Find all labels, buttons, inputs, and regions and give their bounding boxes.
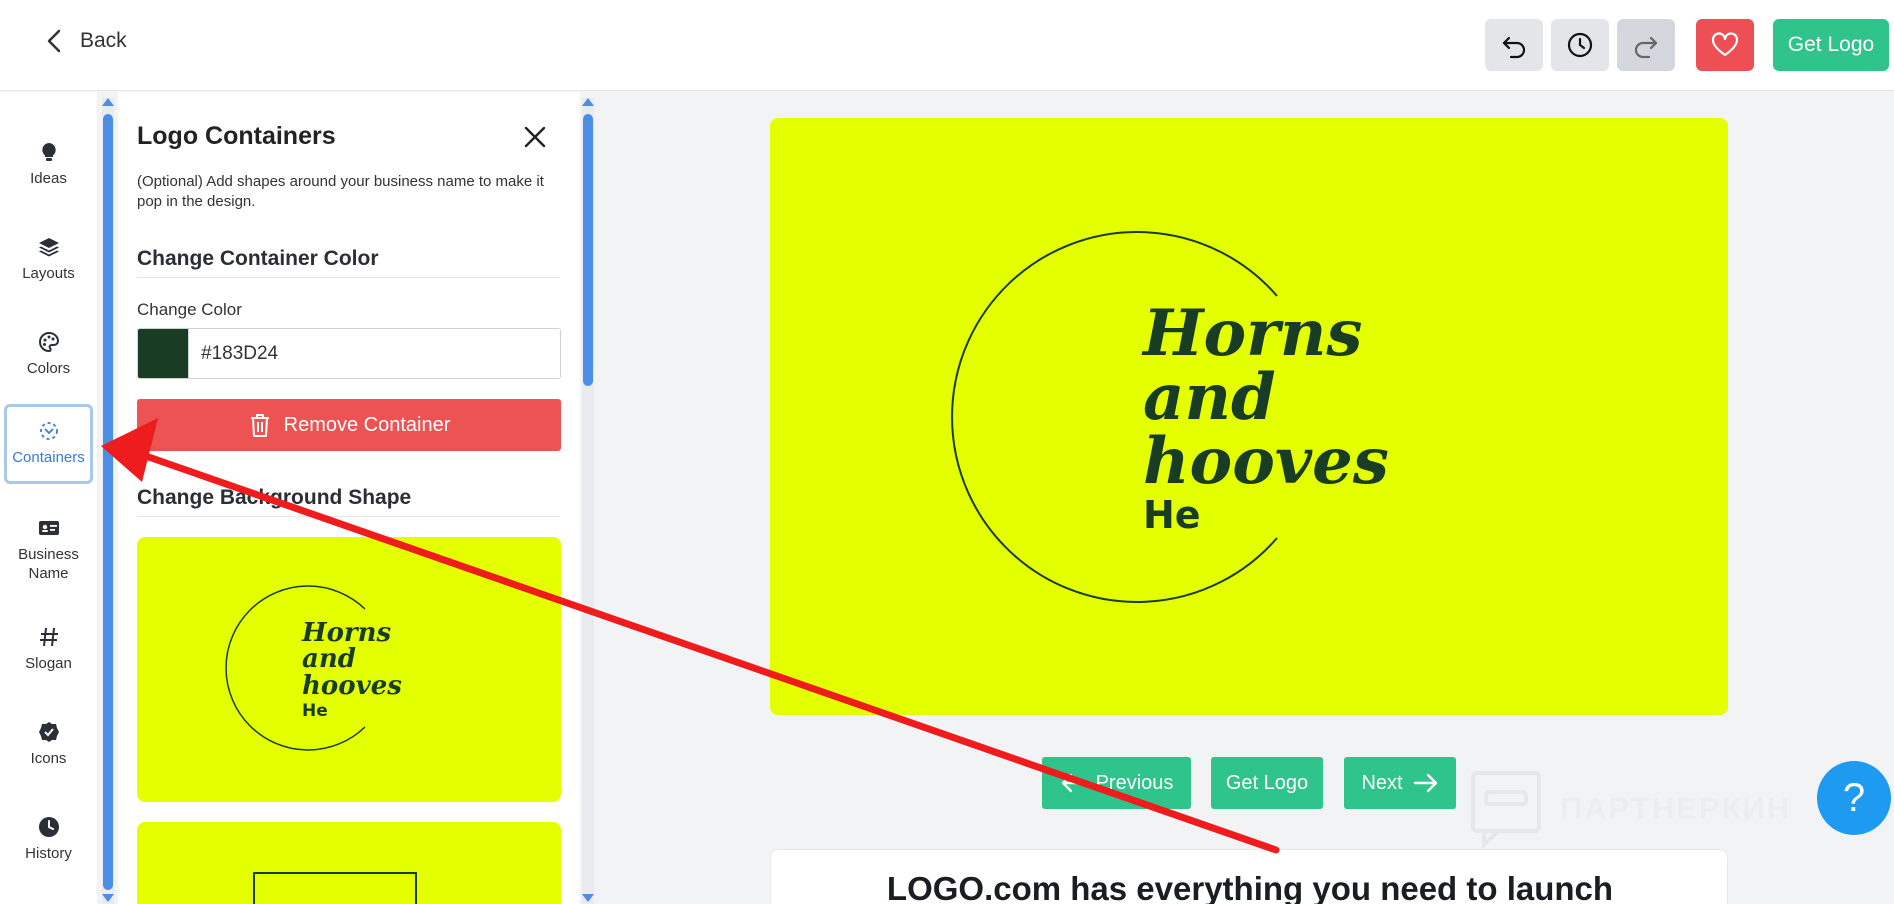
scroll-down-arrow-icon[interactable]: [102, 894, 114, 902]
badge-check-icon: [38, 722, 59, 743]
back-button[interactable]: Back: [44, 28, 127, 54]
previous-label: Previous: [1095, 771, 1174, 794]
redo-icon: [1634, 36, 1658, 59]
clock-icon: [38, 817, 59, 838]
sidebar-item-ideas[interactable]: Ideas: [4, 125, 93, 205]
color-field: [137, 328, 561, 379]
containers-panel: Logo Containers (Optional) Add shapes ar…: [118, 92, 580, 904]
sidebar-item-colors[interactable]: Colors: [4, 315, 93, 395]
sidebar-item-business-name[interactable]: Business Name: [4, 504, 93, 596]
lightbulb-icon: [41, 143, 56, 162]
undo-button[interactable]: [1485, 19, 1543, 71]
sidebar-item-label: Colors: [26, 360, 71, 378]
container-icon: [39, 422, 58, 441]
shape-preview-logo: Horns and hooves He: [225, 585, 402, 751]
sidebar-item-label: Icons: [30, 750, 67, 768]
promo-heading: LOGO.com has everything you need to laun…: [886, 870, 1614, 904]
preview-name-line3: hooves: [302, 671, 402, 701]
arrow-right-icon: [1413, 773, 1437, 793]
back-label: Back: [80, 29, 127, 52]
history-button[interactable]: [1551, 19, 1609, 71]
layers-icon: [38, 238, 59, 257]
sidebar-item-label: Business Name: [18, 545, 79, 583]
heart-icon: [1711, 32, 1739, 57]
panel-title: Logo Containers: [137, 122, 336, 150]
watermark: ПАРТНЕРКИН: [1470, 770, 1791, 848]
favorite-button[interactable]: [1696, 19, 1754, 71]
sidebar-item-icons[interactable]: Icons: [4, 705, 93, 785]
remove-container-label: Remove Container: [283, 413, 451, 436]
panel-description: (Optional) Add shapes around your busine…: [137, 173, 544, 210]
scroll-up-arrow-icon[interactable]: [582, 98, 594, 106]
redo-button[interactable]: [1617, 19, 1675, 71]
shape-option-square[interactable]: [137, 822, 561, 904]
color-swatch[interactable]: [138, 329, 188, 378]
logo-preview: Horns and hooves He: [951, 231, 1389, 603]
trash-icon: [250, 414, 269, 437]
preview-name-line2: and: [302, 644, 356, 674]
sidebar-item-slogan[interactable]: Slogan: [4, 610, 93, 690]
next-label: Next: [1361, 771, 1403, 794]
sidebar-item-label: Ideas: [30, 170, 67, 188]
sidebar-item-label: Slogan: [25, 655, 72, 673]
undo-icon: [1502, 36, 1526, 59]
sidebar-item-containers[interactable]: Containers: [4, 404, 93, 484]
palette-icon: [38, 332, 59, 353]
divider: [137, 516, 560, 517]
scroll-down-arrow-icon[interactable]: [582, 894, 594, 902]
sidebar-item-layouts[interactable]: Layouts: [4, 220, 93, 300]
tool-rail: Ideas Layouts Colors Containers Business…: [0, 92, 97, 904]
chevron-left-icon: [47, 29, 61, 53]
logo-canvas[interactable]: Horns and hooves He: [770, 118, 1728, 715]
logo-name-line3: hooves: [1143, 424, 1389, 499]
id-card-icon: [38, 520, 59, 535]
divider: [137, 277, 560, 278]
sidebar-item-label: Containers: [12, 449, 85, 467]
remove-container-button[interactable]: Remove Container: [137, 399, 561, 451]
top-bar: Back Get Logo: [0, 0, 1894, 91]
color-hex-input[interactable]: [188, 329, 560, 378]
section-background-shape: Change Background Shape: [137, 486, 412, 509]
watermark-logo-icon: [1471, 771, 1541, 848]
scroll-up-arrow-icon[interactable]: [102, 98, 114, 106]
get-logo-header-button[interactable]: Get Logo: [1773, 19, 1889, 71]
help-chat-button[interactable]: ?: [1817, 761, 1891, 835]
sidebar-item-label: History: [25, 845, 72, 863]
preview-slogan: He: [302, 701, 328, 721]
arrow-left-icon: [1061, 773, 1085, 793]
sidebar-item-history[interactable]: History: [4, 800, 93, 880]
shape-option-circle[interactable]: Horns and hooves He: [137, 537, 561, 802]
change-color-label: Change Color: [137, 300, 242, 319]
scroll-thumb[interactable]: [583, 114, 593, 386]
clock-icon: [1567, 32, 1593, 58]
previous-button[interactable]: Previous: [1042, 757, 1191, 809]
watermark-text: ПАРТНЕРКИН: [1560, 791, 1792, 826]
section-container-color: Change Container Color: [137, 247, 379, 270]
get-logo-button[interactable]: Get Logo: [1211, 757, 1323, 809]
shape-preview-square: [253, 872, 417, 904]
promo-card: LOGO.com has everything you need to laun…: [770, 849, 1728, 904]
logo-slogan: He: [1143, 493, 1201, 537]
hash-icon: [39, 628, 58, 647]
sidebar-item-label: Layouts: [22, 265, 75, 283]
panel-scrollbar[interactable]: [582, 98, 594, 904]
close-icon[interactable]: [522, 124, 548, 150]
scroll-thumb[interactable]: [103, 114, 113, 890]
rail-scrollbar[interactable]: [102, 98, 114, 904]
next-button[interactable]: Next: [1344, 757, 1456, 809]
